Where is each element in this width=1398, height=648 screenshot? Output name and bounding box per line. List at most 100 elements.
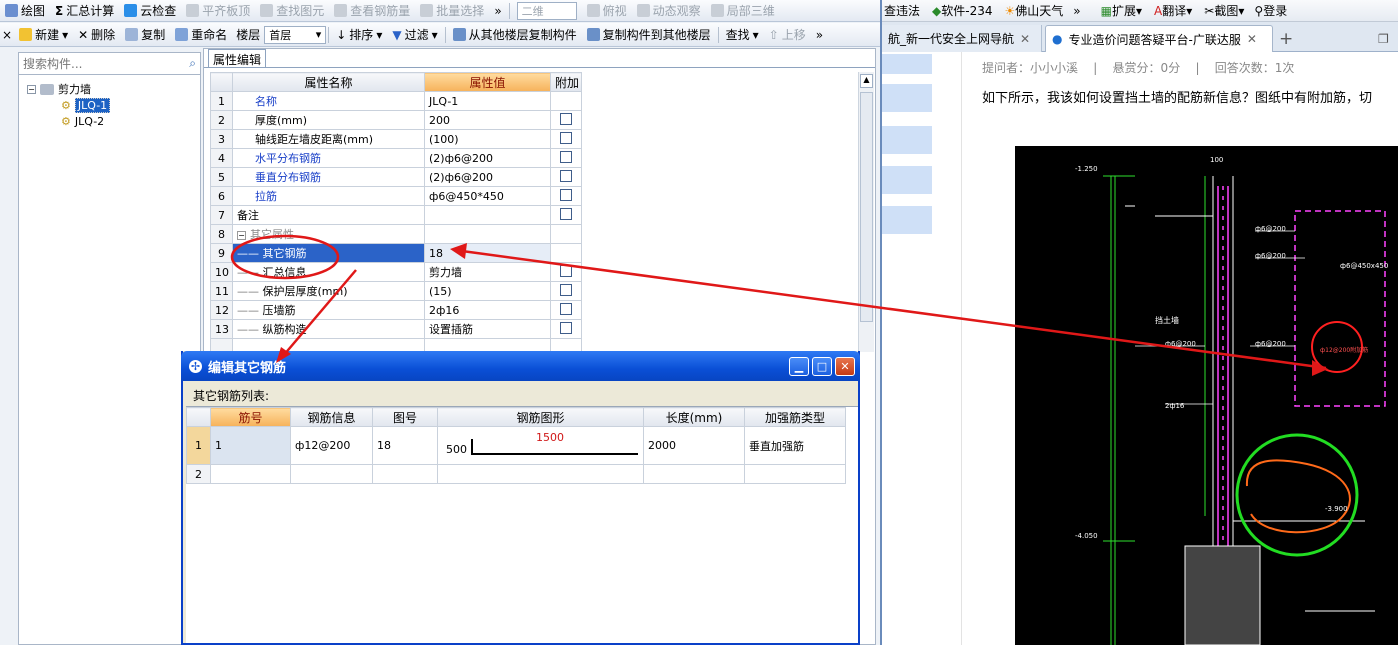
view-rebar-button[interactable]: 查看钢筋量 (329, 1, 415, 21)
tab-navigation[interactable]: 航_新一代安全上网导航 ✕ (882, 25, 1042, 52)
extra-cell[interactable] (550, 186, 582, 206)
extra-cell[interactable] (550, 262, 582, 282)
property-row[interactable]: 13 —— 纵筋构造 设置插筋 (210, 319, 582, 339)
rebar-info-cell[interactable]: ф12@200 (290, 426, 373, 465)
length-cell[interactable] (643, 464, 745, 484)
extra-cell[interactable] (550, 281, 582, 301)
property-row[interactable]: 6 拉筋 ф6@450*450 (210, 186, 582, 206)
property-name-cell[interactable]: − 其它属性 (232, 224, 425, 244)
property-row[interactable]: 8− 其它属性 (210, 224, 582, 244)
extra-checkbox[interactable] (560, 264, 572, 277)
new-tab-button[interactable]: + (1273, 25, 1299, 52)
scroll-up-icon[interactable]: ▲ (860, 74, 873, 88)
extra-cell[interactable] (550, 129, 582, 149)
draw-button[interactable]: 绘图 (0, 1, 50, 21)
side-nav-item[interactable] (882, 166, 932, 194)
extra-cell[interactable] (550, 224, 582, 244)
property-value-cell[interactable]: 18 (424, 243, 551, 263)
tab-qa-platform[interactable]: ● 专业造价问题答疑平台-广联达服 ✕ (1045, 25, 1273, 52)
copy-button[interactable]: 复制 (120, 25, 170, 45)
property-name-cell[interactable]: 名称 (232, 91, 425, 111)
extra-checkbox[interactable] (560, 131, 572, 144)
rebar-info-cell[interactable] (290, 464, 373, 484)
property-row[interactable]: 4 水平分布钢筋 (2)ф6@200 (210, 148, 582, 168)
property-name-cell[interactable]: —— 压墙筋 (232, 300, 425, 320)
view-2d-select[interactable]: 二维 (512, 1, 582, 21)
top-view-button[interactable]: 俯视 (582, 1, 632, 21)
property-value-cell[interactable]: 设置插筋 (424, 319, 551, 339)
property-name-cell[interactable]: 厚度(mm) (232, 110, 425, 130)
reinforce-type-cell[interactable]: 垂直加强筋 (744, 426, 846, 465)
more-bookmarks[interactable]: » (1069, 4, 1094, 18)
minimize-button[interactable]: ▁ (789, 357, 809, 376)
property-value-cell[interactable]: JLQ-1 (424, 91, 551, 111)
extra-checkbox[interactable] (560, 321, 572, 334)
close-tab-icon[interactable]: ✕ (1020, 32, 1030, 46)
extra-cell[interactable] (550, 319, 582, 339)
close-button[interactable]: ✕ (835, 357, 855, 376)
delete-button[interactable]: ✕ 删除 (73, 25, 120, 45)
rebar-row[interactable]: 1 1 ф12@200 18 500 1500 2000 垂直加强筋 (186, 426, 846, 465)
property-name-cell[interactable]: 拉筋 (232, 186, 425, 206)
find-button[interactable]: 查找 ▾ (721, 25, 764, 45)
translate-button[interactable]: A翻译▾ (1148, 2, 1198, 19)
scroll-thumb[interactable] (860, 92, 873, 322)
restore-tab-icon[interactable]: ❐ (1372, 25, 1395, 52)
component-search-input[interactable]: 搜索构件... ⌕ (19, 53, 200, 75)
property-row[interactable]: 1 名称 JLQ-1 (210, 91, 582, 111)
side-nav-item[interactable] (882, 84, 932, 112)
extra-checkbox[interactable] (560, 150, 572, 163)
rebar-row[interactable]: 2 (186, 464, 846, 484)
collapse-icon[interactable]: − (237, 231, 246, 240)
property-value-cell[interactable]: (100) (424, 129, 551, 149)
property-value-cell[interactable] (424, 224, 551, 244)
extensions-button[interactable]: ▦扩展▾ (1095, 2, 1148, 19)
property-row[interactable]: 5 垂直分布钢筋 (2)ф6@200 (210, 167, 582, 187)
extra-checkbox[interactable] (560, 283, 572, 296)
bar-number-cell[interactable] (210, 464, 291, 484)
property-scrollbar[interactable]: ▲ (858, 72, 874, 352)
find-element-button[interactable]: 查找图元 (255, 1, 329, 21)
rebar-shape-cell[interactable]: 500 1500 (437, 426, 644, 465)
bookmark-weather[interactable]: ☀佛山天气 (999, 2, 1070, 19)
property-row[interactable]: 11 —— 保护层厚度(mm) (15) (210, 281, 582, 301)
property-name-cell[interactable]: 垂直分布钢筋 (232, 167, 425, 187)
property-name-cell[interactable]: 备注 (232, 205, 425, 225)
login-button[interactable]: ⚲登录 (1250, 2, 1291, 19)
tree-item-jlq1[interactable]: ⚙ JLQ-1 (61, 97, 111, 113)
property-value-cell[interactable]: ф6@450*450 (424, 186, 551, 206)
maximize-button[interactable]: □ (812, 357, 832, 376)
summary-calc-button[interactable]: Σ 汇总计算 (50, 1, 119, 21)
property-row[interactable]: 12 —— 压墙筋 2ф16 (210, 300, 582, 320)
extra-cell[interactable] (550, 148, 582, 168)
local-3d-button[interactable]: 局部三维 (706, 1, 780, 21)
bookmark-software[interactable]: ◆软件-234 (926, 2, 998, 19)
overflow-chevron-2[interactable]: » (811, 25, 828, 45)
close-panel-button[interactable]: × (0, 25, 14, 45)
side-nav-item[interactable] (882, 206, 932, 234)
property-row[interactable]: 10 —— 汇总信息 剪力墙 (210, 262, 582, 282)
property-name-cell[interactable]: —— 纵筋构造 (232, 319, 425, 339)
property-value-cell[interactable]: (2)ф6@200 (424, 148, 551, 168)
overflow-chevron-1[interactable]: » (489, 1, 506, 21)
extra-cell[interactable] (550, 205, 582, 225)
side-nav-item[interactable] (882, 54, 932, 74)
property-row[interactable]: 2 厚度(mm) 200 (210, 110, 582, 130)
bar-number-cell[interactable]: 1 (210, 426, 291, 465)
screenshot-button[interactable]: ✂截图▾ (1198, 2, 1250, 19)
move-up-button[interactable]: ⇧ 上移 (764, 25, 811, 45)
copy-from-floor-button[interactable]: 从其他楼层复制构件 (448, 25, 582, 45)
property-value-cell[interactable]: (15) (424, 281, 551, 301)
side-nav-item[interactable] (882, 126, 932, 154)
property-row[interactable]: 9 —— 其它钢筋 18 (210, 243, 582, 263)
property-name-cell[interactable]: —— 保护层厚度(mm) (232, 281, 425, 301)
property-value-cell[interactable] (424, 205, 551, 225)
property-name-cell[interactable]: —— 其它钢筋 (232, 243, 425, 263)
extra-cell[interactable] (550, 110, 582, 130)
figure-number-cell[interactable]: 18 (372, 426, 438, 465)
property-row[interactable]: 3 轴线距左墙皮距离(mm) (100) (210, 129, 582, 149)
property-name-cell[interactable]: 轴线距左墙皮距离(mm) (232, 129, 425, 149)
bookmark-violation[interactable]: 查违法 (882, 2, 926, 19)
extra-checkbox[interactable] (560, 188, 572, 201)
extra-checkbox[interactable] (560, 302, 572, 315)
